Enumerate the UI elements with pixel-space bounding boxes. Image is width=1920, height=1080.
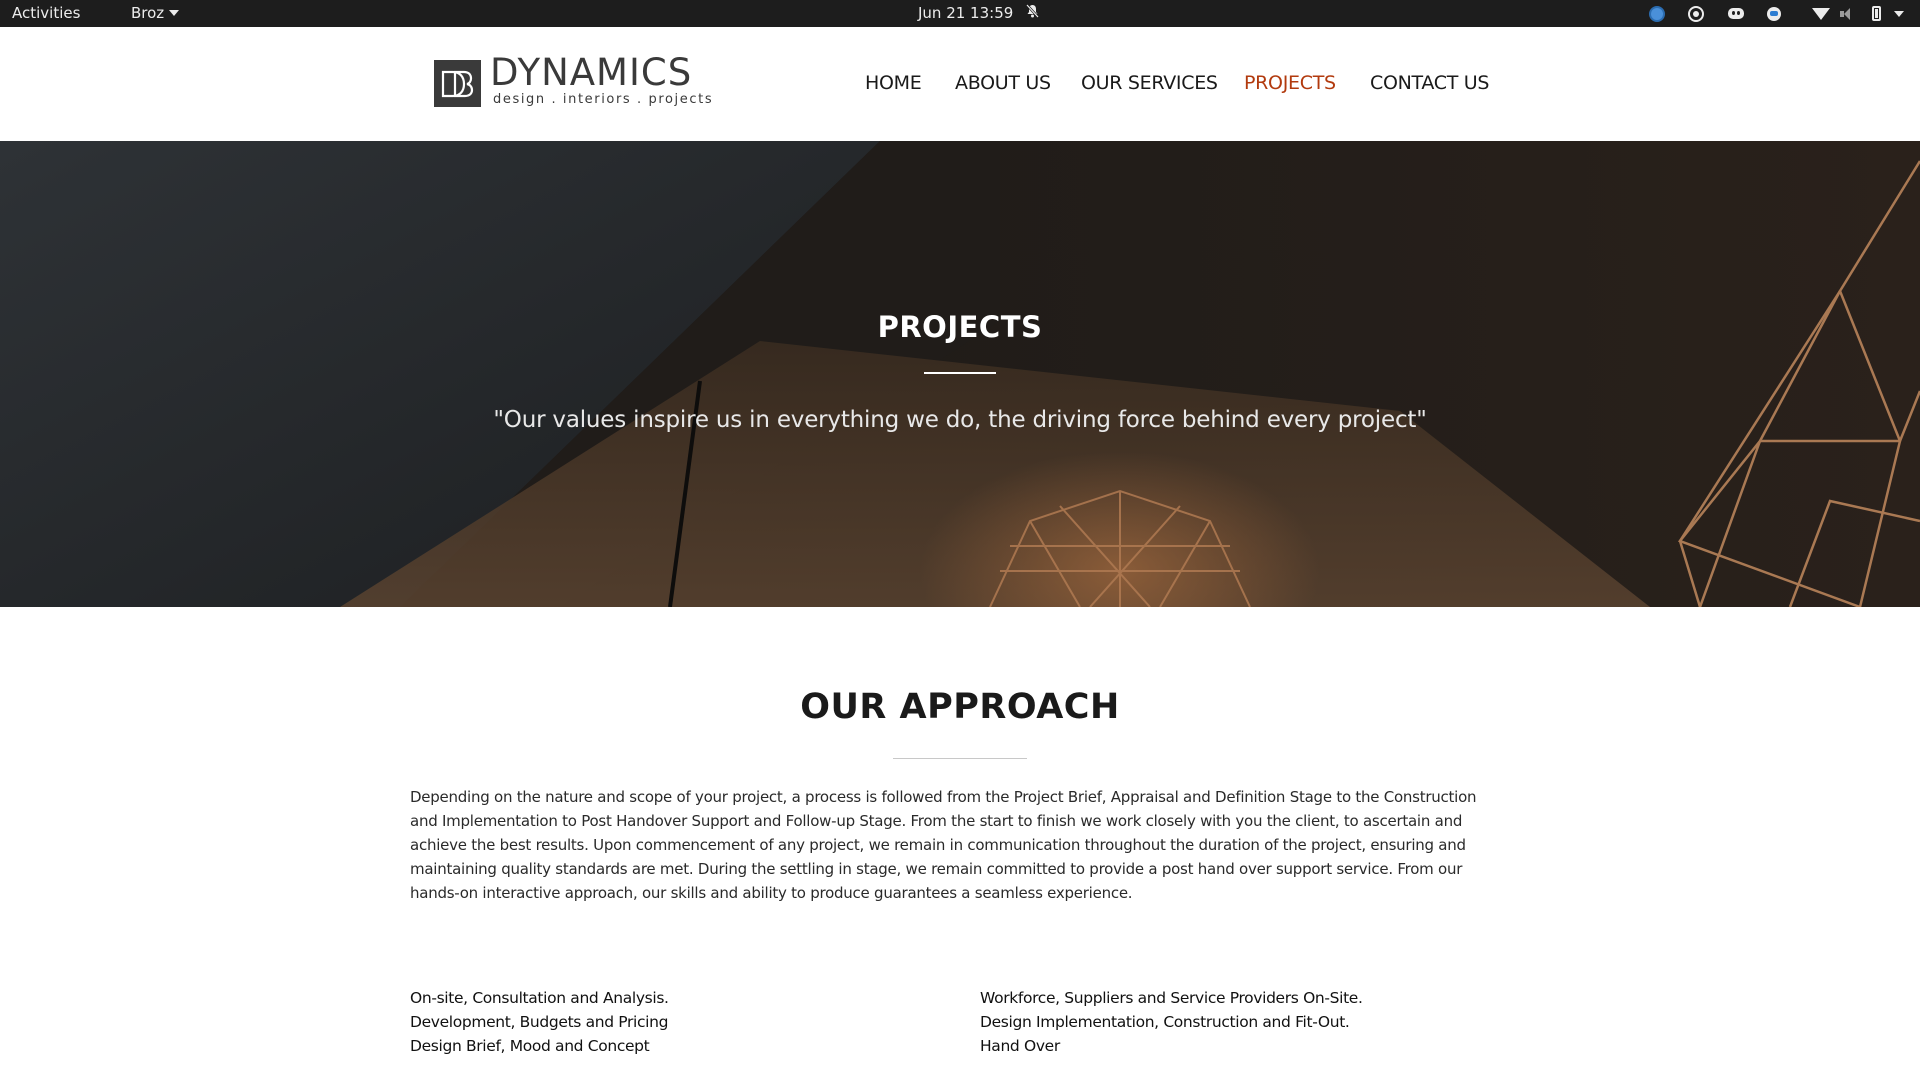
nav-link-projects-active[interactable]: PROJECTS	[1244, 68, 1336, 98]
signal-icon[interactable]	[1767, 7, 1781, 21]
wifi-icon[interactable]	[1812, 8, 1830, 20]
notifications-muted-icon	[1026, 0, 1039, 27]
system-menu-icon[interactable]	[1894, 11, 1904, 17]
process-step: On-site, Consultation and Analysis.	[410, 989, 669, 1007]
app-menu-label: Broz	[131, 4, 165, 22]
process-step: Hand Over	[980, 1037, 1060, 1055]
hero-title: PROJECTS	[877, 310, 1043, 344]
system-top-bar: Activities Broz Jun 21 13:59	[0, 0, 1920, 27]
site-header: DYNAMICS design . interiors . projects H…	[0, 27, 1920, 141]
approach-title: OUR APPROACH	[800, 687, 1120, 727]
hero-divider	[924, 372, 996, 374]
obs-icon[interactable]	[1688, 6, 1704, 22]
nav-link-home[interactable]: HOME	[865, 68, 922, 98]
nav-link-our-services[interactable]: OUR SERVICES	[1081, 68, 1218, 98]
process-step: Development, Budgets and Pricing	[410, 1013, 669, 1031]
chrome-icon[interactable]	[1649, 6, 1665, 22]
process-steps-left: On-site, Consultation and Analysis. Deve…	[410, 986, 970, 1058]
main-navigation: HOME ABOUT US OUR SERVICES PROJECTS CONT…	[0, 68, 1920, 98]
approach-description: Depending on the nature and scope of you…	[410, 788, 1477, 902]
approach-divider	[893, 758, 1027, 759]
volume-muted-icon[interactable]	[1840, 8, 1856, 20]
app-menu-button[interactable]: Broz	[131, 0, 180, 27]
process-step: Design Brief, Mood and Concept	[410, 1037, 650, 1055]
process-steps-right: Workforce, Suppliers and Service Provide…	[980, 986, 1540, 1058]
approach-section: OUR APPROACH Depending on the nature and…	[0, 607, 1920, 1080]
battery-icon[interactable]	[1872, 6, 1881, 21]
clock-label: Jun 21 13:59	[918, 4, 1014, 22]
chevron-down-icon	[169, 10, 180, 16]
nav-link-about-us[interactable]: ABOUT US	[955, 68, 1051, 98]
process-step: Design Implementation, Construction and …	[980, 1013, 1350, 1031]
process-step: Workforce, Suppliers and Service Provide…	[980, 989, 1363, 1007]
hero-banner: PROJECTS "Our values inspire us in every…	[0, 141, 1920, 607]
hero-background-image	[0, 141, 1920, 607]
hero-quote: "Our values inspire us in everything we …	[493, 407, 1427, 433]
nav-link-contact-us[interactable]: CONTACT US	[1370, 68, 1489, 98]
clock-button[interactable]: Jun 21 13:59	[918, 0, 1039, 27]
activities-button[interactable]: Activities	[12, 0, 80, 27]
discord-icon[interactable]	[1728, 8, 1744, 19]
